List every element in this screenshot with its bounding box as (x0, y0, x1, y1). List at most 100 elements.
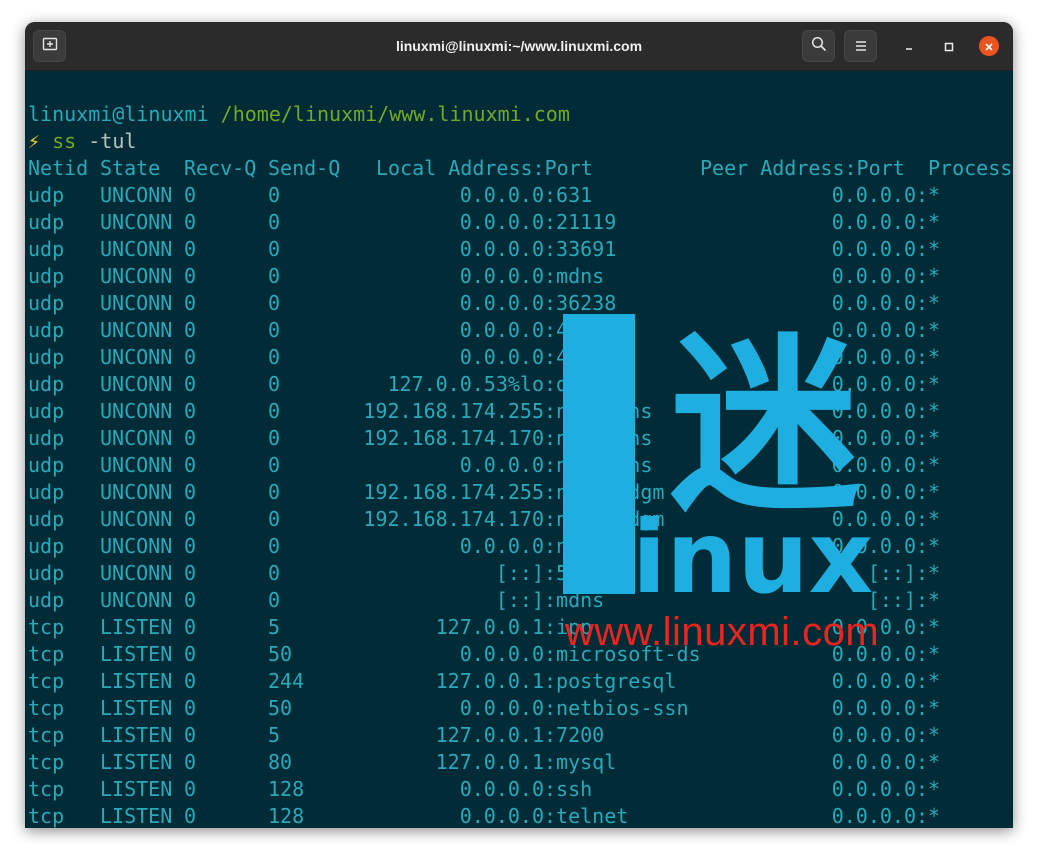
terminal-window: linuxmi@linuxmi:~/www.linuxmi.com linuxm… (25, 22, 1013, 828)
row-sendq: 0 (268, 210, 281, 234)
row-state: UNCONN (100, 453, 173, 477)
header-process: Process (928, 156, 1013, 180)
table-row: tcp LISTEN 0 128 0.0.0.0:telnet 0.0.0.0:* (28, 803, 1013, 828)
row-sendq: 0 (268, 588, 281, 612)
row-recvq: 0 (184, 264, 197, 288)
row-local-port: :ne ns (544, 426, 653, 450)
row-local-address: 192.168.174.170 (363, 426, 544, 450)
row-netid: udp (28, 264, 65, 288)
title-bar: linuxmi@linuxmi:~/www.linuxmi.com (25, 22, 1013, 71)
row-peer-address: 0.0.0.0 (831, 723, 916, 747)
row-local-address: 0.0.0.0 (459, 291, 544, 315)
row-peer-address: 0.0.0.0 (831, 399, 916, 423)
row-peer-port: :* (916, 183, 941, 207)
row-local-address: 0.0.0.0 (459, 696, 544, 720)
search-button[interactable] (802, 30, 835, 62)
row-peer-address: 0.0.0.0 (831, 291, 916, 315)
row-peer-port: :* (916, 804, 941, 828)
table-row: tcp LISTEN 0 50 0.0.0.0:netbios-ssn 0.0.0.0:* (28, 695, 1013, 722)
row-netid: udp (28, 345, 65, 369)
row-netid: udp (28, 210, 65, 234)
row-recvq: 0 (184, 318, 197, 342)
row-netid: tcp (28, 723, 65, 747)
row-sendq: 0 (268, 426, 281, 450)
row-recvq: 0 (184, 615, 197, 639)
row-state: UNCONN (100, 264, 173, 288)
row-local-port: :54 (544, 561, 581, 585)
row-recvq: 0 (184, 183, 197, 207)
hamburger-menu-icon (854, 37, 868, 56)
table-header: Netid State Recv-Q Send-Q Local Address:… (28, 155, 1013, 182)
row-peer-port: :* (916, 345, 941, 369)
row-sendq: 0 (268, 507, 281, 531)
row-local-address: [::] (495, 588, 544, 612)
row-local-address: 127.0.0.1 (435, 615, 544, 639)
row-local-port: :21119 (544, 210, 617, 234)
maximize-button[interactable] (939, 36, 959, 56)
table-row: udp UNCONN 0 0 192.168.174.255:ne ns 0.0.0.0:… (28, 398, 1013, 425)
minimize-button[interactable] (899, 36, 919, 56)
socket-table: udp UNCONN 0 0 0.0.0.0:631 0.0.0.0:* udp UNCONN… (28, 182, 1013, 828)
row-recvq: 0 (184, 669, 197, 693)
row-state: LISTEN (100, 750, 173, 774)
row-peer-port: :* (916, 507, 941, 531)
row-sendq: 50 (268, 696, 293, 720)
row-sendq: 0 (268, 237, 281, 261)
row-local-address: 127.0.0.53%lo (387, 372, 544, 396)
row-recvq: 0 (184, 507, 197, 531)
row-peer-address: 0.0.0.0 (831, 318, 916, 342)
row-local-address: 0.0.0.0 (459, 345, 544, 369)
row-state: UNCONN (100, 291, 173, 315)
row-recvq: 0 (184, 804, 197, 828)
prompt-path: /home/linuxmi/www.linuxmi.com (220, 102, 570, 126)
row-local-address: 0.0.0.0 (459, 183, 544, 207)
minimize-icon (904, 37, 914, 56)
row-sendq: 0 (268, 453, 281, 477)
row-state: LISTEN (100, 804, 173, 828)
row-local-address: 0.0.0.0 (459, 318, 544, 342)
header-sendq: Send-Q (268, 156, 341, 180)
row-peer-port: :* (916, 291, 941, 315)
close-button[interactable] (979, 36, 999, 56)
table-row: udp UNCONN 0 0 0.0.0.0:33691 0.0.0.0:* (28, 236, 1013, 263)
row-sendq: 0 (268, 480, 281, 504)
row-peer-port: :* (916, 453, 941, 477)
row-netid: tcp (28, 804, 65, 828)
row-peer-address: 0.0.0.0 (831, 372, 916, 396)
header-state: State (100, 156, 161, 180)
row-sendq: 5 (268, 723, 281, 747)
row-local-address: 0.0.0.0 (459, 777, 544, 801)
row-local-port: :46 (544, 318, 581, 342)
command-name: ss (52, 129, 77, 153)
row-netid: udp (28, 426, 65, 450)
table-row: udp UNCONN 0 0 0.0.0.0:36238 0.0.0.0:* (28, 290, 1013, 317)
row-netid: udp (28, 480, 65, 504)
table-row: udp UNCONN 0 0 0.0.0.0:46 0.0.0.0:* (28, 317, 1013, 344)
row-state: LISTEN (100, 696, 173, 720)
row-peer-port: :* (916, 264, 941, 288)
row-state: UNCONN (100, 507, 173, 531)
row-sendq: 0 (268, 291, 281, 315)
header-netid: Netid (28, 156, 89, 180)
row-local-address: 0.0.0.0 (459, 642, 544, 666)
menu-button[interactable] (844, 30, 877, 62)
row-local-address: 192.168.174.255 (363, 399, 544, 423)
row-state: UNCONN (100, 183, 173, 207)
row-sendq: 80 (268, 750, 293, 774)
row-peer-address: [::] (867, 561, 916, 585)
row-local-port: :33691 (544, 237, 617, 261)
row-recvq: 0 (184, 561, 197, 585)
row-netid: udp (28, 561, 65, 585)
table-row: udp UNCONN 0 0 0.0.0.0:ne 0.0.0.0:* (28, 533, 1013, 560)
row-recvq: 0 (184, 723, 197, 747)
table-row: udp UNCONN 0 0 0.0.0.0:mdns 0.0.0.0:* (28, 263, 1013, 290)
row-state: LISTEN (100, 615, 173, 639)
terminal-output[interactable]: linuxmi@linuxmi /home/linuxmi/www.linuxm… (28, 101, 1013, 828)
row-peer-port: :* (916, 237, 941, 261)
table-row: udp UNCONN 0 0 192.168.174.170:ne ns 0.0.0.0:… (28, 425, 1013, 452)
row-local-port: :postgresql (544, 669, 677, 693)
row-local-port: :ne dgm (544, 480, 665, 504)
row-local-port: :ne ns (544, 399, 653, 423)
row-recvq: 0 (184, 750, 197, 774)
table-row: udp UNCONN 0 0 0.0.0.0:631 0.0.0.0:* (28, 182, 1013, 209)
